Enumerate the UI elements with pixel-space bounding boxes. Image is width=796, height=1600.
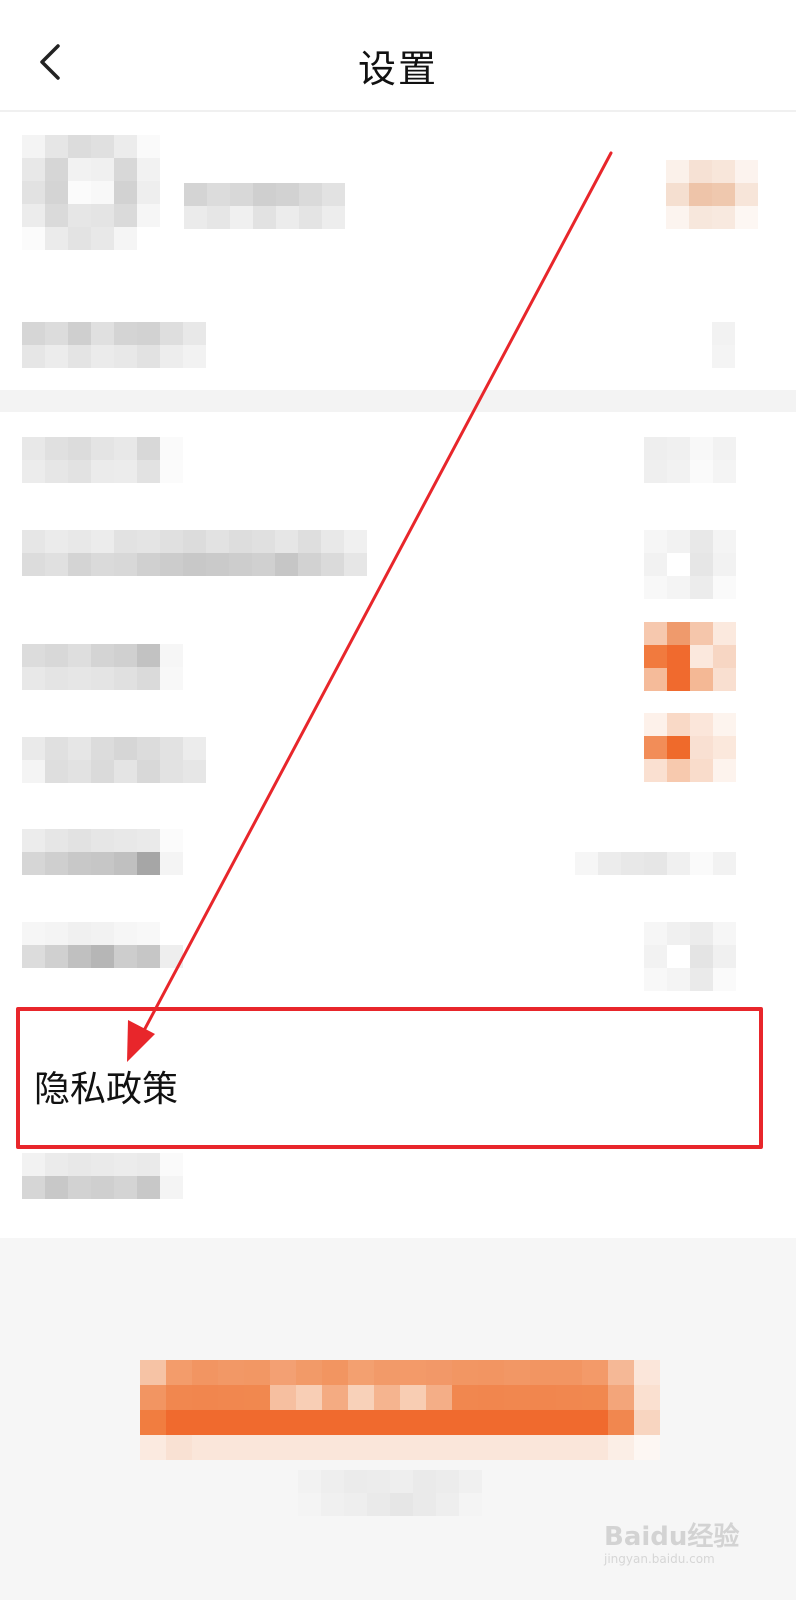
watermark-brand: Baidu经验 [604,1522,740,1552]
annotation-arrow [127,151,613,1062]
baidu-jingyan-watermark: Baidu经验 jingyan.baidu.com [596,1512,766,1572]
watermark-url: jingyan.baidu.com [604,1552,715,1566]
